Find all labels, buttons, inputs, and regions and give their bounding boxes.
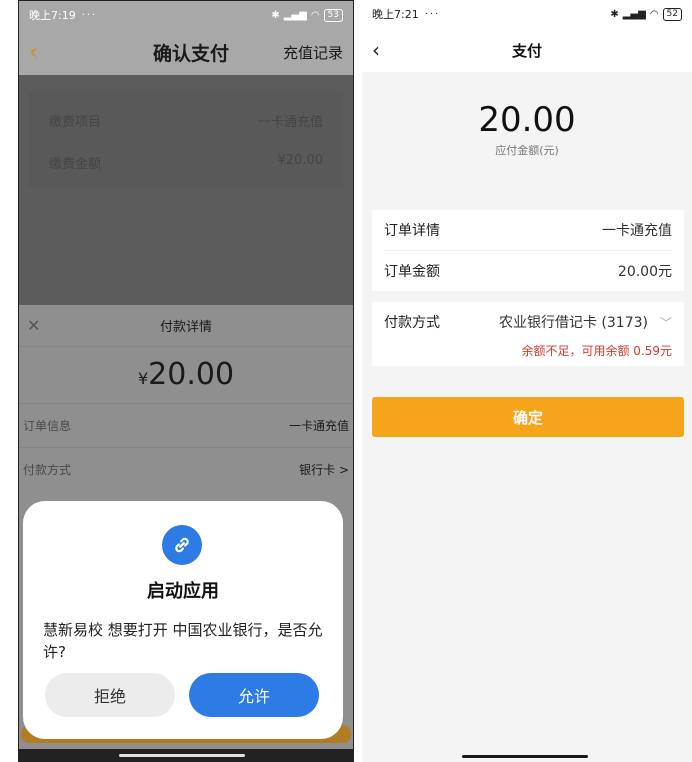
header: ‹ 支付 [362, 28, 692, 72]
order-detail-row: 订单详情 一卡通充值 [372, 210, 684, 250]
item-value: 一卡通充值 [257, 115, 323, 130]
page-title: 支付 [511, 41, 542, 60]
confirm-button[interactable]: 确定 [372, 397, 684, 437]
right-phone-screen: 晚上7:21 ··· ✱ ▂▄▆ ◠ 52 ‹ 支付 20.00 应付金额(元)… [362, 0, 692, 762]
close-icon[interactable]: ✕ [27, 316, 47, 335]
order-amount-row: 订单金额 20.00元 [372, 251, 684, 291]
page-title: 确认支付 [152, 42, 229, 65]
wifi-icon: ◠ [310, 9, 320, 21]
header: ‹ 确认支付 充值记录 [19, 29, 353, 75]
status-dots: ··· [424, 8, 441, 20]
payment-method-value[interactable]: 银行卡 > [299, 461, 349, 478]
chevron-left-icon[interactable]: ‹ [372, 38, 402, 62]
amount-label: 缴费金额 [49, 157, 102, 172]
status-bar: 晚上7:19 ··· ✱ ▂▄▆ ◠ 53 [19, 1, 353, 29]
order-info-row: 订单信息 一卡通充值 [19, 403, 353, 447]
sheet-header: ✕ 付款详情 [19, 305, 353, 347]
link-icon [162, 525, 202, 565]
status-bar: 晚上7:21 ··· ✱ ▂▄▆ ◠ 52 [362, 0, 692, 28]
deny-button[interactable]: 拒绝 [45, 673, 175, 717]
sheet-amount: ¥20.00 [19, 347, 353, 403]
order-detail-label: 订单详情 [384, 223, 440, 239]
payment-method-row[interactable]: 付款方式 农业银行借记卡 (3173) ﹀ [372, 302, 684, 342]
item-label: 缴费项目 [49, 115, 102, 130]
battery-icon: 53 [323, 8, 343, 22]
dialog-title: 启动应用 [147, 581, 219, 602]
order-detail-value: 一卡通充值 [602, 223, 672, 239]
status-time: 晚上7:19 [29, 9, 76, 22]
payment-method-selector[interactable]: 农业银行借记卡 (3173) ﹀ [499, 312, 672, 332]
signal-icon: ▂▄▆ [622, 8, 646, 20]
status-dots: ··· [81, 9, 98, 21]
left-phone-screen: 晚上7:19 ··· ✱ ▂▄▆ ◠ 53 ‹ 确认支付 充值记录 缴费项目 一… [18, 0, 354, 762]
dialog-message: 慧新易校 想要打开 中国农业银行，是否允许? [43, 621, 323, 661]
status-icons: ✱ ▂▄▆ ◠ 52 [610, 7, 682, 21]
payable-amount-label: 应付金额(元) [495, 144, 559, 157]
payment-method-label: 付款方式 [23, 463, 72, 477]
signal-icon: ▂▄▆ [283, 9, 307, 21]
order-card: 订单详情 一卡通充值 订单金额 20.00元 [372, 210, 684, 291]
payment-method-label: 付款方式 [384, 315, 440, 331]
order-info-label: 订单信息 [23, 419, 72, 433]
payment-method-value: 农业银行借记卡 (3173) [498, 315, 648, 331]
launch-app-dialog: 启动应用 慧新易校 想要打开 中国农业银行，是否允许? 拒绝 允许 [23, 501, 343, 739]
chevron-down-icon: ﹀ [659, 316, 672, 330]
payment-card: 付款方式 农业银行借记卡 (3173) ﹀ 余额不足，可用余额 0.59元 [372, 302, 684, 366]
chevron-left-icon[interactable]: ‹ [29, 40, 59, 65]
amount-value: ¥20.00 [277, 153, 324, 168]
bluetooth-icon: ✱ [271, 9, 280, 21]
order-amount-label: 订单金额 [384, 264, 440, 280]
amount-summary: 20.00 应付金额(元) [362, 100, 692, 158]
amount-row: 缴费金额 ¥20.00 [49, 153, 323, 172]
sheet-amount-value: 20.00 [148, 357, 235, 392]
currency-symbol: ¥ [137, 369, 149, 388]
order-amount-value: 20.00元 [617, 264, 672, 280]
sheet-title: 付款详情 [159, 320, 212, 335]
order-info-value: 一卡通充值 [288, 419, 349, 433]
item-row: 缴费项目 一卡通充值 [49, 111, 323, 130]
payable-amount: 20.00 [478, 100, 576, 140]
dimmed-content: 缴费项目 一卡通充值 缴费金额 ¥20.00 [19, 75, 353, 305]
status-icons: ✱ ▂▄▆ ◠ 53 [271, 8, 343, 22]
insufficient-balance-warning: 余额不足，可用余额 0.59元 [521, 344, 672, 358]
payment-info-card: 缴费项目 一卡通充值 缴费金额 ¥20.00 [29, 91, 343, 187]
battery-icon: 52 [662, 7, 682, 21]
home-indicator[interactable] [462, 755, 588, 758]
bluetooth-icon: ✱ [610, 8, 619, 20]
recharge-records-link[interactable]: 充值记录 [283, 42, 343, 63]
payment-method-row[interactable]: 付款方式 银行卡 > [19, 447, 353, 491]
home-indicator[interactable] [119, 754, 245, 757]
allow-button[interactable]: 允许 [189, 673, 319, 717]
wifi-icon: ◠ [649, 8, 659, 20]
status-time: 晚上7:21 [372, 8, 419, 21]
